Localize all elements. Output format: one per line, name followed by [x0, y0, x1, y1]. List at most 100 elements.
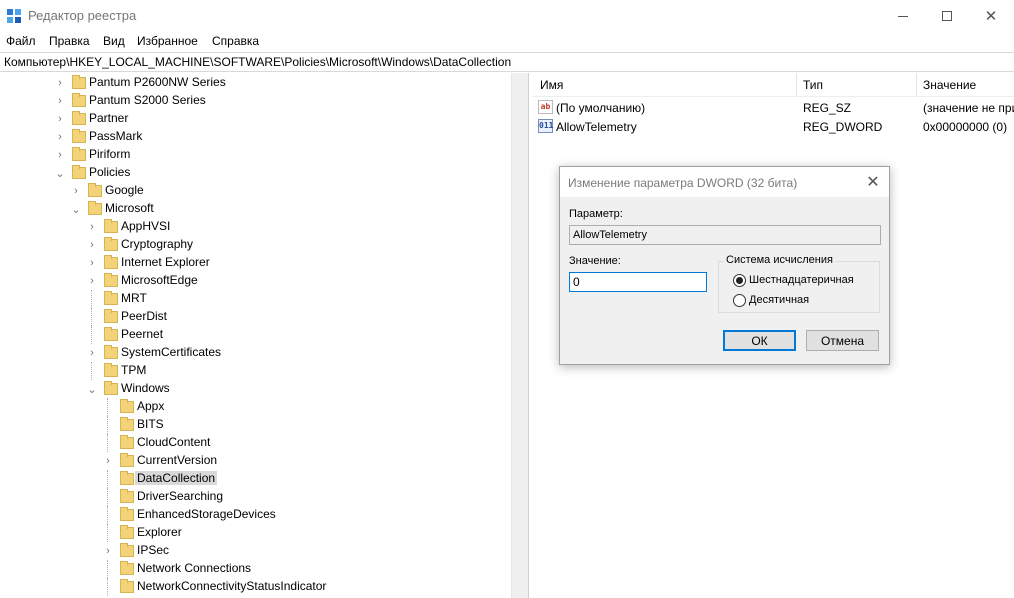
tree-item-label[interactable]: Pantum S2000 Series [87, 93, 208, 107]
tree-item[interactable]: EnhancedStorageDevices [0, 506, 511, 524]
tree-item-label[interactable]: CurrentVersion [135, 453, 219, 467]
chevron-right-icon[interactable]: › [87, 344, 97, 362]
column-name[interactable]: Имя [540, 78, 563, 92]
list-row[interactable]: ab (По умолчанию) REG_SZ (значение не пр… [532, 98, 1014, 117]
tree-item[interactable]: NetworkConnectivityStatusIndicator [0, 578, 511, 596]
tree-item-label[interactable]: Internet Explorer [119, 255, 212, 269]
address-path[interactable]: Компьютер\HKEY_LOCAL_MACHINE\SOFTWARE\Po… [4, 55, 511, 69]
value-input[interactable] [569, 272, 707, 292]
tree-item[interactable]: › Cryptography [0, 236, 511, 254]
menu-file[interactable]: Файл [6, 34, 36, 48]
tree-item[interactable]: › AppHVSI [0, 218, 511, 236]
tree-item[interactable]: Network Connections [0, 560, 511, 578]
tree-item[interactable]: BITS [0, 416, 511, 434]
chevron-right-icon[interactable]: › [103, 452, 113, 470]
tree-item-label[interactable]: IPSec [135, 543, 171, 557]
column-value[interactable]: Значение [923, 78, 976, 92]
tree-item[interactable]: ⌄ Microsoft [0, 200, 511, 218]
tree-item[interactable]: TPM [0, 362, 511, 380]
chevron-down-icon[interactable]: ⌄ [87, 380, 97, 398]
minimize-button[interactable] [880, 0, 926, 32]
tree-item[interactable]: DriverSearching [0, 488, 511, 506]
menu-view[interactable]: Вид [103, 34, 125, 48]
tree-item[interactable]: › Pantum P2600NW Series [0, 74, 511, 92]
chevron-right-icon[interactable]: › [87, 254, 97, 272]
tree-item-label[interactable]: NetworkConnectivityStatusIndicator [135, 579, 328, 593]
hex-radio[interactable] [733, 274, 746, 287]
tree-item-label[interactable]: PassMark [87, 129, 144, 143]
ok-button[interactable]: ОК [723, 330, 796, 351]
tree-item-label[interactable]: Peernet [119, 327, 165, 341]
tree-item-label[interactable]: Network Connections [135, 561, 253, 575]
chevron-right-icon[interactable]: › [87, 272, 97, 290]
hex-radio-label[interactable]: Шестнадцатеричная [749, 274, 854, 286]
address-bar[interactable]: Компьютер\HKEY_LOCAL_MACHINE\SOFTWARE\Po… [0, 52, 1014, 72]
column-divider[interactable] [796, 73, 797, 97]
chevron-right-icon[interactable]: › [55, 74, 65, 92]
chevron-right-icon[interactable]: › [55, 110, 65, 128]
tree-item[interactable]: ⌄ Windows [0, 380, 511, 398]
tree-item-label[interactable]: AppHVSI [119, 219, 172, 233]
tree-item[interactable]: ⌄ Policies [0, 164, 511, 182]
menu-help[interactable]: Справка [212, 34, 259, 48]
tree-item[interactable]: PeerDist [0, 308, 511, 326]
chevron-down-icon[interactable]: ⌄ [55, 164, 65, 182]
maximize-button[interactable] [924, 0, 970, 32]
tree-item-label[interactable]: Appx [135, 399, 166, 413]
tree-item[interactable]: MRT [0, 290, 511, 308]
tree-item-label[interactable]: Google [103, 183, 146, 197]
tree-item-label[interactable]: EnhancedStorageDevices [135, 507, 278, 521]
tree-item-label[interactable]: DriverSearching [135, 489, 225, 503]
close-button[interactable]: ✕ [968, 0, 1014, 32]
tree-item-label[interactable]: Explorer [135, 525, 184, 539]
tree-item[interactable]: › SystemCertificates [0, 344, 511, 362]
dec-radio[interactable] [733, 294, 746, 307]
cancel-button[interactable]: Отмена [806, 330, 879, 351]
tree-item-label[interactable]: PeerDist [119, 309, 169, 323]
menu-favorites[interactable]: Избранное [137, 34, 198, 48]
tree-item[interactable]: Peernet [0, 326, 511, 344]
chevron-down-icon[interactable]: ⌄ [71, 200, 81, 218]
tree-item-label[interactable]: Pantum P2600NW Series [87, 75, 228, 89]
chevron-right-icon[interactable]: › [87, 218, 97, 236]
tree-item[interactable]: › PassMark [0, 128, 511, 146]
dec-radio-label[interactable]: Десятичная [749, 294, 809, 306]
tree-item-label[interactable]: Windows [119, 381, 172, 395]
tree-item-label[interactable]: Microsoft [103, 201, 156, 215]
tree-item[interactable]: › Internet Explorer [0, 254, 511, 272]
tree-item[interactable]: › Pantum S2000 Series [0, 92, 511, 110]
tree-item[interactable]: › Piriform [0, 146, 511, 164]
tree-item-label[interactable]: CloudContent [135, 435, 212, 449]
menu-edit[interactable]: Правка [49, 34, 90, 48]
tree-item-label[interactable]: BITS [135, 417, 166, 431]
tree-item-label[interactable]: Cryptography [119, 237, 195, 251]
tree-item-label[interactable]: SystemCertificates [119, 345, 223, 359]
tree-item-label[interactable]: MRT [119, 291, 149, 305]
chevron-right-icon[interactable]: › [55, 92, 65, 110]
tree-item[interactable]: › CurrentVersion [0, 452, 511, 470]
chevron-right-icon[interactable]: › [55, 146, 65, 164]
tree-item-label[interactable]: Policies [87, 165, 132, 179]
tree-item[interactable]: › MicrosoftEdge [0, 272, 511, 290]
tree-item[interactable]: › Google [0, 182, 511, 200]
chevron-right-icon[interactable]: › [103, 542, 113, 560]
chevron-right-icon[interactable]: › [55, 128, 65, 146]
list-row[interactable]: 011 AllowTelemetry REG_DWORD 0x00000000 … [532, 117, 1014, 136]
tree-item-label[interactable]: MicrosoftEdge [119, 273, 200, 287]
tree-item-label[interactable]: TPM [119, 363, 148, 377]
tree-item[interactable]: › Partner [0, 110, 511, 128]
tree-item[interactable]: CloudContent [0, 434, 511, 452]
dialog-close-button[interactable]: ✕ [860, 170, 886, 194]
tree-item[interactable]: Explorer [0, 524, 511, 542]
tree-item-label[interactable]: Partner [87, 111, 130, 125]
tree-item-label[interactable]: Piriform [87, 147, 132, 161]
chevron-right-icon[interactable]: › [71, 182, 81, 200]
tree-item[interactable]: › IPSec [0, 542, 511, 560]
tree-scrollbar[interactable] [511, 73, 528, 598]
tree-item[interactable]: DataCollection [0, 470, 511, 488]
column-type[interactable]: Тип [803, 78, 823, 92]
tree-item[interactable]: Appx [0, 398, 511, 416]
tree-item-label[interactable]: DataCollection [135, 471, 218, 485]
column-divider[interactable] [916, 73, 917, 97]
chevron-right-icon[interactable]: › [87, 236, 97, 254]
